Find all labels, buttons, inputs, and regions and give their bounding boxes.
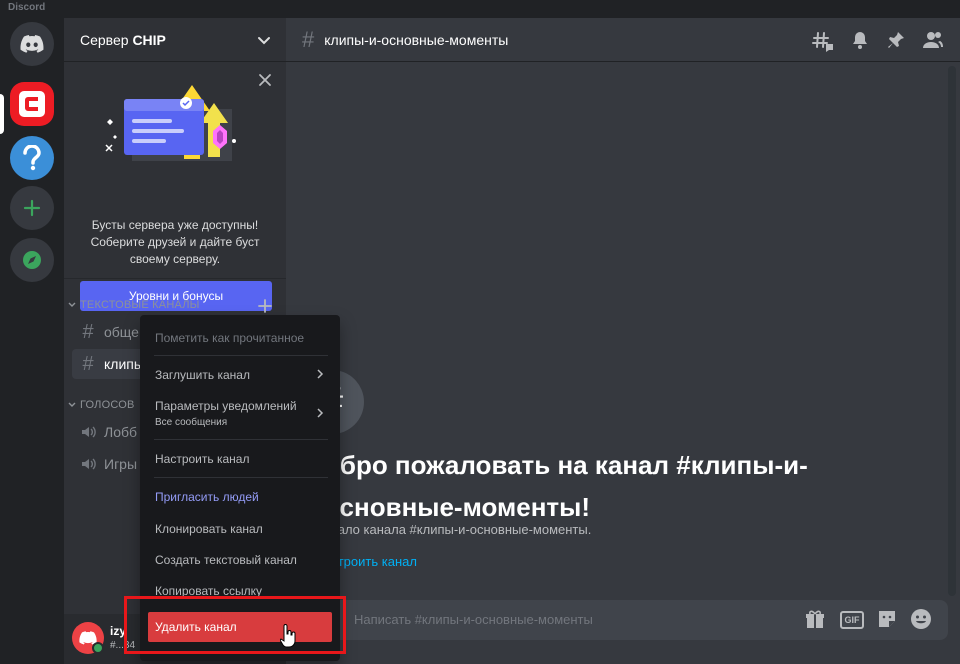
chat-area: # клипы-и-основные-моменты # обро пож (286, 18, 960, 664)
discord-logo-icon (20, 35, 44, 53)
speaker-icon (82, 458, 96, 470)
active-server-pill (0, 94, 4, 134)
close-icon[interactable] (258, 73, 272, 87)
channel-title: клипы-и-основные-моменты (324, 31, 509, 48)
menu-divider (154, 439, 328, 440)
menu-item-mark-read[interactable]: Пометить как прочитанное (148, 331, 332, 345)
online-status-badge (92, 642, 104, 654)
chevron-down-icon (258, 37, 270, 45)
boost-banner: Бусты сервера уже доступны! Соберите дру… (64, 63, 286, 311)
welcome-subtitle: ачало канала #клипы-и-основные-моменты. (324, 522, 592, 537)
emoji-icon[interactable] (910, 608, 932, 630)
chevron-down-icon (68, 402, 76, 407)
chevron-down-icon (68, 302, 76, 307)
server-name: Сервер CHIP (80, 32, 166, 48)
threads-icon[interactable] (812, 30, 834, 52)
category-voice-channels[interactable]: ГОЛОСОВ (68, 399, 135, 411)
server-name-prefix: Сервер (80, 31, 133, 48)
menu-item-create-text-channel[interactable]: Создать текстовый канал (148, 553, 332, 567)
boost-text: Бусты сервера уже доступны! Соберите дру… (90, 218, 260, 266)
channel-label: обще (104, 324, 139, 340)
window-title: Discord (8, 2, 46, 13)
help-icon (23, 145, 41, 171)
channel-label: клипы (104, 356, 144, 372)
chevron-right-icon (317, 408, 324, 418)
channel-label: Лобб (104, 424, 138, 440)
server-rail (0, 18, 64, 664)
channel-header: # клипы-и-основные-моменты (286, 18, 960, 62)
sticker-icon[interactable] (876, 608, 898, 630)
server-chip[interactable] (10, 82, 54, 126)
gif-button[interactable]: GIF (840, 611, 864, 629)
welcome-title: обро пожаловать на канал #клипы-и-основн… (324, 450, 808, 522)
menu-item-label: Параметры уведомлений (155, 399, 297, 413)
delete-highlight-frame (124, 596, 346, 654)
category-label: ГОЛОСОВ (80, 399, 135, 411)
gift-icon[interactable] (804, 608, 826, 630)
menu-divider (154, 355, 328, 356)
speaker-icon (82, 426, 96, 438)
help-button[interactable] (10, 136, 54, 180)
explore-button[interactable] (10, 238, 54, 282)
add-server-button[interactable] (10, 186, 54, 230)
menu-item-sublabel: Все сообщения (155, 417, 228, 428)
add-channel-icon[interactable] (258, 299, 272, 313)
hash-icon: # (82, 352, 94, 375)
home-button[interactable] (10, 22, 54, 66)
menu-divider (154, 477, 328, 478)
menu-item-invite-people[interactable]: Пригласить людей (148, 490, 332, 504)
server-name-bold: CHIP (132, 31, 166, 48)
hash-icon: # (82, 320, 94, 343)
members-icon[interactable] (922, 30, 944, 50)
category-text-channels[interactable]: ТЕКСТОВЫЕ КАНАЛЫ (68, 299, 200, 311)
compass-icon (23, 251, 41, 269)
menu-item-clone-channel[interactable]: Клонировать канал (148, 522, 332, 536)
message-input[interactable]: Написать #клипы-и-основные-моменты (354, 612, 593, 627)
pin-icon[interactable] (886, 30, 906, 50)
message-composer[interactable]: Написать #клипы-и-основные-моменты GIF (302, 600, 948, 640)
menu-item-mute-channel[interactable]: Заглушить канал (148, 368, 332, 382)
menu-item-configure-channel[interactable]: Настроить канал (148, 452, 332, 466)
category-label: ТЕКСТОВЫЕ КАНАЛЫ (80, 299, 200, 311)
chip-server-icon (19, 91, 45, 117)
bell-icon[interactable] (850, 30, 870, 50)
server-header[interactable]: Сервер CHIP (64, 18, 286, 62)
menu-item-label: Заглушить канал (155, 368, 250, 382)
add-server-icon (23, 199, 41, 217)
hand-cursor-icon (280, 624, 296, 648)
boost-illustration-icon (105, 85, 236, 161)
menu-item-notification-settings[interactable]: Параметры уведомлений Все сообщения (148, 399, 332, 428)
scrollbar[interactable] (948, 66, 956, 596)
discord-app: Discord Сервер CHIP Бусты сервера уже до… (0, 0, 960, 664)
channel-label: Игры (104, 456, 138, 472)
chevron-right-icon (317, 369, 324, 379)
hash-icon: # (302, 26, 315, 52)
title-bar: Discord (0, 0, 960, 18)
